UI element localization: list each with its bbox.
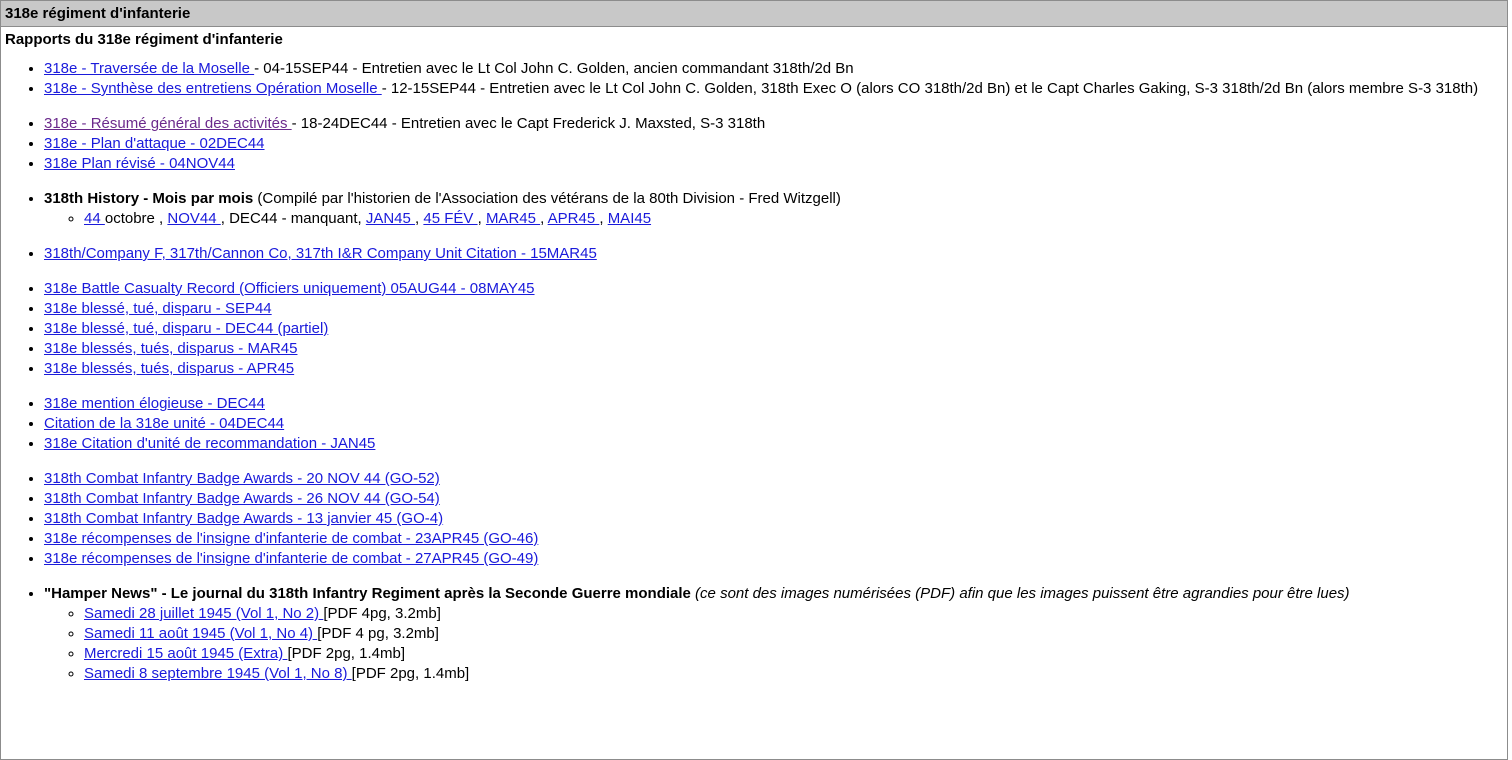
history-note: (Compilé par l'historien de l'Associatio… <box>253 190 841 207</box>
list-item: 318e récompenses de l'insigne d'infanter… <box>44 529 1507 549</box>
hamper-news-item: "Hamper News" - Le journal du 318th Infa… <box>44 584 1507 684</box>
month-link-mar[interactable]: MAR45 <box>486 210 540 227</box>
issue-item: Mercredi 15 août 1945 (Extra) [PDF 2pg, … <box>84 644 1507 664</box>
separator: , <box>599 210 608 227</box>
month-link-apr[interactable]: APR45 <box>548 210 600 227</box>
badge-award-link[interactable]: 318e récompenses de l'insigne d'infanter… <box>44 530 538 547</box>
report-description: - 04-15SEP44 - Entretien avec le Lt Col … <box>254 60 854 77</box>
history-title: 318th History - Mois par mois <box>44 190 254 207</box>
separator: , <box>477 210 486 227</box>
casualty-link[interactable]: 318e blessé, tué, disparu - SEP44 <box>44 300 272 317</box>
issue-item: Samedi 28 juillet 1945 (Vol 1, No 2) [PD… <box>84 604 1507 624</box>
list-item: 318th Combat Infantry Badge Awards - 13 … <box>44 509 1507 529</box>
issue-link[interactable]: Samedi 8 septembre 1945 (Vol 1, No 8) <box>84 665 352 682</box>
issue-link[interactable]: Samedi 28 juillet 1945 (Vol 1, No 2) <box>84 605 323 622</box>
issue-item: Samedi 11 août 1945 (Vol 1, No 4) [PDF 4… <box>84 624 1507 644</box>
issue-link[interactable]: Mercredi 15 août 1945 (Extra) <box>84 645 287 662</box>
separator: , <box>540 210 548 227</box>
issue-item: Samedi 8 septembre 1945 (Vol 1, No 8) [P… <box>84 664 1507 684</box>
unit-citation-link[interactable]: 318th/Company F, 317th/Cannon Co, 317th … <box>44 245 597 262</box>
list-item: 318th Combat Infantry Badge Awards - 20 … <box>44 469 1507 489</box>
report-description: - 12-15SEP44 - Entretien avec le Lt Col … <box>381 80 1479 97</box>
badge-award-link[interactable]: 318th Combat Infantry Badge Awards - 26 … <box>44 490 440 507</box>
casualty-link[interactable]: 318e Battle Casualty Record (Officiers u… <box>44 280 535 297</box>
report-list: 318e - Traversée de la Moselle - 04-15SE… <box>1 59 1507 684</box>
month-link-may[interactable]: MAI45 <box>608 210 651 227</box>
history-item: 318th History - Mois par mois (Compilé p… <box>44 189 1507 229</box>
badge-award-link[interactable]: 318th Combat Infantry Badge Awards - 20 … <box>44 470 440 487</box>
issue-info: [PDF 4 pg, 3.2mb] <box>317 625 439 642</box>
casualty-link[interactable]: 318e blessés, tués, disparus - MAR45 <box>44 340 297 357</box>
report-link[interactable]: 318e - Traversée de la Moselle <box>44 60 254 77</box>
list-item: 318e blessé, tué, disparu - DEC44 (parti… <box>44 319 1507 339</box>
content-panel: 318e régiment d'infanterie Rapports du 3… <box>0 0 1508 760</box>
month-missing-text: , DEC44 - manquant, <box>220 210 366 227</box>
hamper-issues: Samedi 28 juillet 1945 (Vol 1, No 2) [PD… <box>44 604 1507 684</box>
list-item: 318e blessés, tués, disparus - MAR45 <box>44 339 1507 359</box>
list-item: 318e - Plan d'attaque - 02DEC44 <box>44 134 1507 154</box>
issue-info: [PDF 2pg, 1.4mb] <box>351 665 470 682</box>
commendation-link[interactable]: 318e mention élogieuse - DEC44 <box>44 395 265 412</box>
badge-award-link[interactable]: 318e récompenses de l'insigne d'infanter… <box>44 550 538 567</box>
casualty-link[interactable]: 318e blessés, tués, disparus - APR45 <box>44 360 294 377</box>
list-item: 318e - Traversée de la Moselle - 04-15SE… <box>44 59 1507 79</box>
badge-award-link[interactable]: 318th Combat Infantry Badge Awards - 13 … <box>44 510 443 527</box>
commendation-link[interactable]: Citation de la 318e unité - 04DEC44 <box>44 415 284 432</box>
list-item: Citation de la 318e unité - 04DEC44 <box>44 414 1507 434</box>
issue-info: [PDF 4pg, 3.2mb] <box>323 605 441 622</box>
list-item: 318e - Synthèse des entretiens Opération… <box>44 79 1507 99</box>
month-link-oct[interactable]: 44 <box>84 210 105 227</box>
list-item: 318e blessés, tués, disparus - APR45 <box>44 359 1507 379</box>
history-months: 44 octobre , NOV44 , DEC44 - manquant, J… <box>44 209 1507 229</box>
month-link-feb[interactable]: 45 FÉV <box>423 210 477 227</box>
report-link[interactable]: 318e - Synthèse des entretiens Opération… <box>44 80 382 97</box>
report-link[interactable]: 318e - Plan d'attaque - 02DEC44 <box>44 135 265 152</box>
list-item: 318e - Résumé général des activités - 18… <box>44 114 1507 134</box>
month-link-nov[interactable]: NOV44 <box>167 210 220 227</box>
list-item: 318e Battle Casualty Record (Officiers u… <box>44 279 1507 299</box>
list-item: 318e Citation d'unité de recommandation … <box>44 434 1507 454</box>
issue-info: [PDF 2pg, 1.4mb] <box>287 645 405 662</box>
casualty-link[interactable]: 318e blessé, tué, disparu - DEC44 (parti… <box>44 320 328 337</box>
section-title: Rapports du 318e régiment d'infanterie <box>5 31 283 48</box>
report-link[interactable]: 318e - Résumé général des activités <box>44 115 292 132</box>
month-links: 44 octobre , NOV44 , DEC44 - manquant, J… <box>84 209 1507 229</box>
month-text: octobre , <box>104 210 168 227</box>
hamper-note: (ce sont des images numérisées (PDF) afi… <box>690 585 1350 602</box>
report-description: - 18-24DEC44 - Entretien avec le Capt Fr… <box>291 115 766 132</box>
report-link[interactable]: 318e Plan révisé - 04NOV44 <box>44 155 235 172</box>
list-item: 318th Combat Infantry Badge Awards - 26 … <box>44 489 1507 509</box>
list-item: 318th/Company F, 317th/Cannon Co, 317th … <box>44 244 1507 264</box>
panel-title: 318e régiment d'infanterie <box>1 1 1507 27</box>
list-item: 318e blessé, tué, disparu - SEP44 <box>44 299 1507 319</box>
issue-link[interactable]: Samedi 11 août 1945 (Vol 1, No 4) <box>84 625 317 642</box>
month-link-jan[interactable]: JAN45 <box>366 210 415 227</box>
list-item: 318e Plan révisé - 04NOV44 <box>44 154 1507 174</box>
list-item: 318e récompenses de l'insigne d'infanter… <box>44 549 1507 569</box>
hamper-title: "Hamper News" - Le journal du 318th Infa… <box>44 585 691 602</box>
commendation-link[interactable]: 318e Citation d'unité de recommandation … <box>44 435 375 452</box>
list-item: 318e mention élogieuse - DEC44 <box>44 394 1507 414</box>
